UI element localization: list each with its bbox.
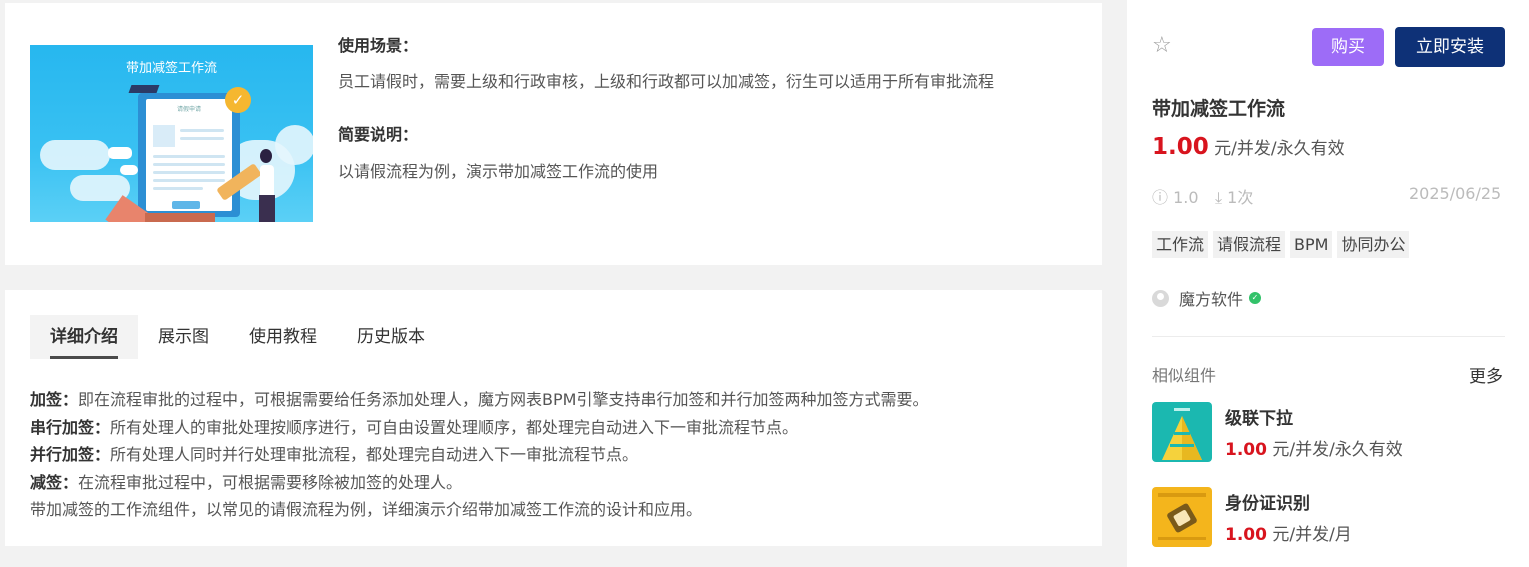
tab-tutorial[interactable]: 使用教程	[229, 315, 337, 359]
detail-card: 详细介绍 展示图 使用教程 历史版本 加签：即在流程审批的过程中，可根据需要给任…	[5, 290, 1102, 546]
more-link[interactable]: 更多	[1469, 362, 1503, 387]
similar-price-unit: 元/并发/永久有效	[1266, 440, 1403, 460]
similar-item-price: 1.00 元/并发/月	[1225, 520, 1352, 545]
tag[interactable]: 请假流程	[1213, 231, 1286, 258]
price-unit: 元/并发/永久有效	[1208, 139, 1345, 159]
person-body	[260, 165, 274, 199]
download-info: ⤓ 1次	[1215, 184, 1253, 208]
product-thumbnail[interactable]: 带加减签工作流 请假申请 ✓	[30, 45, 313, 222]
check-icon: ✓	[225, 87, 251, 113]
similar-item[interactable]: 身份证识别 1.00 元/并发/月	[1152, 487, 1512, 547]
similar-item-name[interactable]: 级联下拉	[1225, 404, 1293, 429]
similar-item-image[interactable]	[1152, 487, 1212, 547]
desc-text: 带加减签的工作流组件，以常见的请假流程为例，详细演示介绍带加减签工作流的设计和应…	[30, 500, 703, 519]
tab-details[interactable]: 详细介绍	[30, 315, 138, 359]
tag[interactable]: BPM	[1290, 231, 1333, 258]
desc-term: 加签：	[30, 390, 79, 409]
product-title: 带加减签工作流	[1152, 98, 1286, 120]
tag[interactable]: 工作流	[1152, 231, 1209, 258]
vendor[interactable]: 魔方软件 ✓	[1152, 286, 1262, 310]
similar-price-value: 1.00	[1225, 525, 1267, 545]
buy-button[interactable]: 购买	[1312, 28, 1384, 66]
version-value: 1.0	[1173, 188, 1199, 207]
tab-screenshots[interactable]: 展示图	[138, 315, 229, 359]
document-avatar	[153, 125, 175, 147]
desc-text: 所有处理人同时并行处理审批流程，都处理完自动进入下一审批流程节点。	[110, 445, 639, 464]
desc-text: 即在流程审批的过程中，可根据需要给任务添加处理人，魔方网表BPM引擎支持串行加签…	[78, 390, 929, 409]
similar-item-price: 1.00 元/并发/永久有效	[1225, 435, 1403, 460]
desc-term: 并行加签：	[30, 445, 111, 464]
summary-card: 带加减签工作流 请假申请 ✓ 使用场景： 员工请假时，需要上级和行政审核，上级和…	[5, 3, 1102, 265]
star-outline-icon[interactable]: ☆	[1152, 35, 1174, 57]
product-sidebar: ☆ 购买 立即安装 带加减签工作流 1.00 元/并发/永久有效 ⓘ 1.0 ⤓…	[1127, 0, 1529, 567]
info-icon: ⓘ	[1152, 188, 1169, 207]
price-row: 1.00 元/并发/永久有效	[1152, 134, 1345, 160]
desc-text: 在流程审批过程中，可根据需要移除被加签的处理人。	[78, 472, 463, 492]
document-line	[153, 163, 225, 166]
document-line	[153, 187, 203, 190]
release-date: 2025/06/25	[1409, 184, 1502, 203]
desc-term: 串行加签：	[30, 417, 111, 437]
tag[interactable]: 协同办公	[1337, 231, 1410, 258]
similar-item-name[interactable]: 身份证识别	[1225, 489, 1310, 514]
download-count: 1次	[1227, 188, 1254, 207]
detail-description: 加签：即在流程审批的过程中，可根据需要给任务添加处理人，魔方网表BPM引擎支持串…	[30, 386, 1090, 524]
desc-term: 减签：	[30, 472, 79, 492]
desc-line: 带加减签的工作流组件，以常见的请假流程为例，详细演示介绍带加减签工作流的设计和应…	[30, 496, 1090, 524]
chat-bubble-icon	[108, 147, 132, 159]
usage-title: 使用场景：	[338, 36, 419, 55]
download-icon: ⤓	[1215, 188, 1223, 207]
desc-line: 减签：在流程审批过程中，可根据需要移除被加签的处理人。	[30, 469, 1090, 497]
cloud-decoration	[40, 140, 110, 170]
divider	[1152, 336, 1505, 337]
document-line	[180, 137, 224, 140]
similar-price-unit: 元/并发/月	[1266, 525, 1352, 545]
vendor-name[interactable]: 魔方软件	[1179, 286, 1243, 310]
person-legs	[259, 195, 275, 222]
similar-price-value: 1.00	[1225, 440, 1267, 460]
document-title: 请假申请	[176, 106, 201, 113]
graduation-cap-icon	[128, 85, 160, 93]
document-line	[153, 171, 225, 174]
similar-item-image[interactable]	[1152, 402, 1212, 462]
install-button[interactable]: 立即安装	[1395, 27, 1505, 67]
price-value: 1.00	[1152, 134, 1209, 160]
brief-title: 简要说明：	[338, 125, 419, 144]
ground-illustration	[145, 213, 215, 222]
document-line	[180, 129, 224, 132]
desc-line: 加签：即在流程审批的过程中，可根据需要给任务添加处理人，魔方网表BPM引擎支持串…	[30, 386, 1090, 414]
thumbnail-title: 带加减签工作流	[125, 61, 217, 76]
desc-line: 串行加签：所有处理人的审批处理按顺序进行，可自由设置处理顺序，都处理完自动进入下…	[30, 414, 1090, 442]
document-line	[153, 155, 225, 158]
document-button	[172, 201, 200, 209]
desc-text: 所有处理人的审批处理按顺序进行，可自由设置处理顺序，都处理完自动进入下一审批流程…	[110, 417, 799, 437]
tab-history[interactable]: 历史版本	[337, 315, 445, 359]
chat-bubble-icon	[120, 165, 138, 175]
similar-title: 相似组件	[1152, 366, 1217, 385]
vendor-avatar	[1152, 289, 1169, 307]
detail-tabs: 详细介绍 展示图 使用教程 历史版本	[30, 315, 445, 359]
version-info: ⓘ 1.0	[1152, 184, 1199, 208]
verified-icon: ✓	[1249, 292, 1262, 304]
cloud-decoration	[275, 125, 313, 165]
desc-line: 并行加签：所有处理人同时并行处理审批流程，都处理完自动进入下一审批流程节点。	[30, 441, 1090, 469]
person-head	[260, 149, 272, 163]
tag-list: 工作流 请假流程 BPM 协同办公	[1152, 231, 1410, 258]
usage-text: 员工请假时，需要上级和行政审核，上级和行政都可以加减签，衍生可以适用于所有审批流…	[338, 72, 995, 91]
brief-text: 以请假流程为例，演示带加减签工作流的使用	[338, 162, 659, 181]
document-line	[153, 179, 225, 182]
similar-item[interactable]: 级联下拉 1.00 元/并发/永久有效	[1152, 402, 1512, 462]
